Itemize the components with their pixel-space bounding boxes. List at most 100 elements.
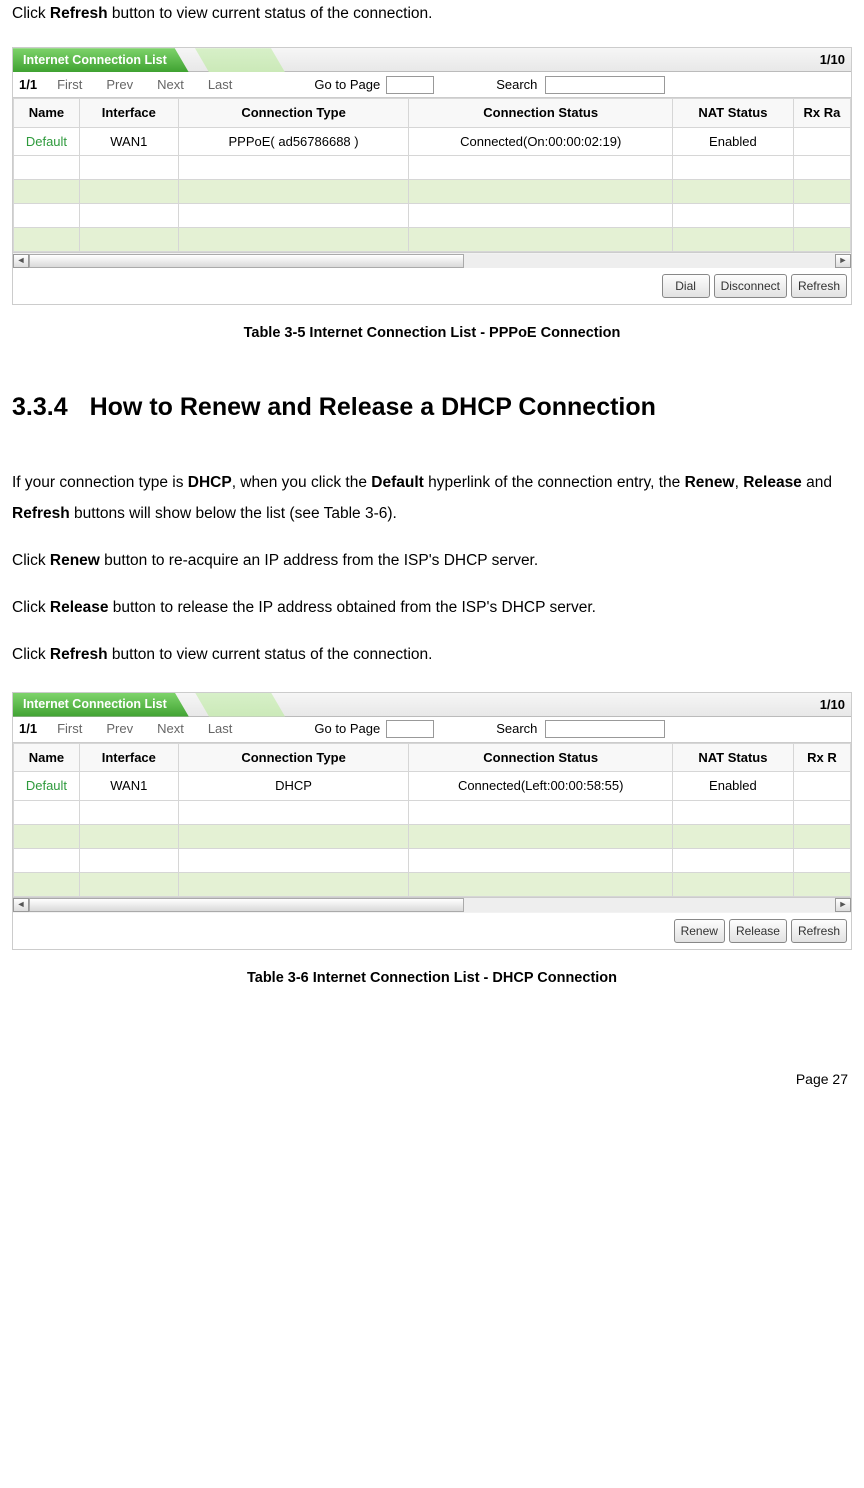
panel-header: Internet Connection List 1/10: [13, 48, 851, 72]
first-link[interactable]: First: [57, 75, 82, 95]
scroll-thumb[interactable]: [29, 898, 464, 912]
panel-title-tab: Internet Connection List: [13, 693, 189, 717]
row-rx: [793, 127, 850, 156]
search-label: Search: [496, 75, 537, 95]
goto-page-input[interactable]: [386, 720, 434, 738]
search-label: Search: [496, 719, 537, 739]
th-name: Name: [14, 99, 80, 128]
disconnect-button[interactable]: Disconnect: [714, 274, 787, 298]
goto-label: Go to Page: [314, 719, 380, 739]
connection-table: Name Interface Connection Type Connectio…: [13, 743, 851, 897]
table-row: [14, 228, 851, 252]
th-conn-type: Connection Type: [178, 743, 409, 772]
renew-button[interactable]: Renew: [674, 919, 725, 943]
goto-label: Go to Page: [314, 75, 380, 95]
horizontal-scrollbar[interactable]: ◄ ►: [13, 897, 851, 913]
panel-header: Internet Connection List 1/10: [13, 693, 851, 717]
row-type: DHCP: [178, 772, 409, 801]
search-input[interactable]: [545, 76, 665, 94]
list-toolbar: 1/1 First Prev Next Last Go to Page Sear…: [13, 717, 851, 743]
row-rx: [793, 772, 850, 801]
paragraph-3: Click Release button to release the IP a…: [12, 592, 852, 623]
scroll-right-icon[interactable]: ►: [835, 898, 851, 912]
refresh-button[interactable]: Refresh: [791, 274, 847, 298]
table-caption-3-6: Table 3-6 Internet Connection List - DHC…: [12, 968, 852, 990]
connection-table: Name Interface Connection Type Connectio…: [13, 98, 851, 252]
panel-title-tab: Internet Connection List: [13, 48, 189, 72]
release-button[interactable]: Release: [729, 919, 787, 943]
page-number: Page 27: [12, 1069, 852, 1090]
table-row: Default WAN1 PPPoE( ad56786688 ) Connect…: [14, 127, 851, 156]
th-rx: Rx R: [793, 743, 850, 772]
row-name-link[interactable]: Default: [14, 127, 80, 156]
scroll-right-icon[interactable]: ►: [835, 254, 851, 268]
paragraph-1: If your connection type is DHCP, when yo…: [12, 467, 852, 529]
intro-bold: Refresh: [50, 5, 108, 22]
row-interface: WAN1: [79, 127, 178, 156]
search-input[interactable]: [545, 720, 665, 738]
page-indicator: 1/1: [19, 719, 37, 739]
row-type: PPPoE( ad56786688 ): [178, 127, 409, 156]
row-status: Connected(Left:00:00:58:55): [409, 772, 673, 801]
connection-list-panel-pppoe: Internet Connection List 1/10 1/1 First …: [12, 47, 852, 305]
connection-list-panel-dhcp: Internet Connection List 1/10 1/1 First …: [12, 692, 852, 950]
prev-link[interactable]: Prev: [106, 719, 133, 739]
next-link[interactable]: Next: [157, 75, 184, 95]
th-interface: Interface: [79, 99, 178, 128]
scroll-track[interactable]: [29, 254, 835, 268]
scroll-left-icon[interactable]: ◄: [13, 254, 29, 268]
th-conn-status: Connection Status: [409, 99, 673, 128]
row-name-link[interactable]: Default: [14, 772, 80, 801]
th-rx: Rx Ra: [793, 99, 850, 128]
section-title: How to Renew and Release a DHCP Connecti…: [90, 393, 656, 421]
scroll-track[interactable]: [29, 898, 835, 912]
intro-text: Click Refresh button to view current sta…: [12, 2, 852, 25]
first-link[interactable]: First: [57, 719, 82, 739]
dial-button[interactable]: Dial: [662, 274, 710, 298]
th-interface: Interface: [79, 743, 178, 772]
table-row: [14, 800, 851, 824]
table-header-row: Name Interface Connection Type Connectio…: [14, 743, 851, 772]
section-heading: 3.3.4 How to Renew and Release a DHCP Con…: [12, 389, 852, 427]
row-nat: Enabled: [673, 772, 794, 801]
panel-title-tail: [195, 48, 285, 72]
th-conn-type: Connection Type: [178, 99, 409, 128]
table-row: [14, 204, 851, 228]
row-nat: Enabled: [673, 127, 794, 156]
last-link[interactable]: Last: [208, 719, 233, 739]
panel-title-tail: [195, 693, 285, 717]
table-row: [14, 180, 851, 204]
table-header-row: Name Interface Connection Type Connectio…: [14, 99, 851, 128]
th-nat-status: NAT Status: [673, 743, 794, 772]
table-row: [14, 824, 851, 848]
intro-prefix: Click: [12, 5, 50, 22]
next-link[interactable]: Next: [157, 719, 184, 739]
page-indicator: 1/1: [19, 75, 37, 95]
action-button-row: Renew Release Refresh: [13, 913, 851, 949]
record-counter: 1/10: [820, 695, 845, 715]
th-nat-status: NAT Status: [673, 99, 794, 128]
paragraph-2: Click Renew button to re-acquire an IP a…: [12, 545, 852, 576]
table-row: Default WAN1 DHCP Connected(Left:00:00:5…: [14, 772, 851, 801]
action-button-row: Dial Disconnect Refresh: [13, 268, 851, 304]
section-number: 3.3.4: [12, 389, 68, 427]
horizontal-scrollbar[interactable]: ◄ ►: [13, 252, 851, 268]
table-row: [14, 156, 851, 180]
refresh-button[interactable]: Refresh: [791, 919, 847, 943]
th-conn-status: Connection Status: [409, 743, 673, 772]
row-status: Connected(On:00:00:02:19): [409, 127, 673, 156]
table-caption-3-5: Table 3-5 Internet Connection List - PPP…: [12, 323, 852, 345]
scroll-left-icon[interactable]: ◄: [13, 898, 29, 912]
scroll-thumb[interactable]: [29, 254, 464, 268]
goto-page-input[interactable]: [386, 76, 434, 94]
list-toolbar: 1/1 First Prev Next Last Go to Page Sear…: [13, 72, 851, 98]
last-link[interactable]: Last: [208, 75, 233, 95]
paragraph-4: Click Refresh button to view current sta…: [12, 639, 852, 670]
prev-link[interactable]: Prev: [106, 75, 133, 95]
record-counter: 1/10: [820, 50, 845, 70]
table-row: [14, 872, 851, 896]
th-name: Name: [14, 743, 80, 772]
intro-suffix: button to view current status of the con…: [108, 5, 433, 22]
table-row: [14, 848, 851, 872]
row-interface: WAN1: [79, 772, 178, 801]
